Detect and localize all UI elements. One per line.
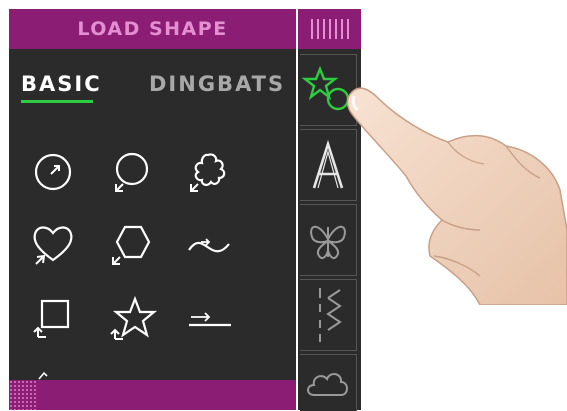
heart-shape-icon xyxy=(33,226,73,265)
partial-shape-icon xyxy=(38,371,48,380)
star-shape-icon xyxy=(110,295,158,340)
dot-pattern-icon xyxy=(9,380,37,410)
wave-line-icon xyxy=(188,238,230,253)
active-tab-indicator xyxy=(21,100,93,103)
straight-line-button[interactable] xyxy=(179,289,237,347)
strip-header xyxy=(298,9,361,49)
heart-shape-button[interactable] xyxy=(24,214,82,272)
pointing-hand-icon xyxy=(346,87,567,305)
panel-footer xyxy=(9,380,296,410)
tab-dingbats[interactable]: DINGBATS xyxy=(149,72,285,96)
flower-shape-icon xyxy=(190,153,226,192)
panel-title: LOAD SHAPE xyxy=(77,18,228,40)
hexagon-shape-icon xyxy=(112,225,151,265)
square-shape-button[interactable] xyxy=(24,289,82,347)
partial-shape-button[interactable] xyxy=(31,367,51,380)
wave-line-button[interactable] xyxy=(179,214,237,272)
load-shape-panel: LOAD SHAPE BASIC DINGBATS xyxy=(9,9,296,410)
straight-line-icon xyxy=(189,312,231,327)
flower-shape-button[interactable] xyxy=(179,143,237,201)
oval-shape-button[interactable] xyxy=(101,143,159,201)
circle-shape-icon xyxy=(34,153,72,191)
tab-basic[interactable]: BASIC xyxy=(21,72,102,96)
panel-header: LOAD SHAPE xyxy=(9,9,296,49)
star-shape-button[interactable] xyxy=(101,289,159,347)
drag-handle-icon[interactable] xyxy=(309,19,351,39)
strip-item-clouds[interactable] xyxy=(300,354,357,411)
square-shape-icon xyxy=(33,299,70,338)
cloud-icon xyxy=(307,373,348,396)
oval-shape-icon xyxy=(115,152,149,192)
hexagon-shape-button[interactable] xyxy=(101,214,159,272)
circle-shape-button[interactable] xyxy=(24,143,82,201)
